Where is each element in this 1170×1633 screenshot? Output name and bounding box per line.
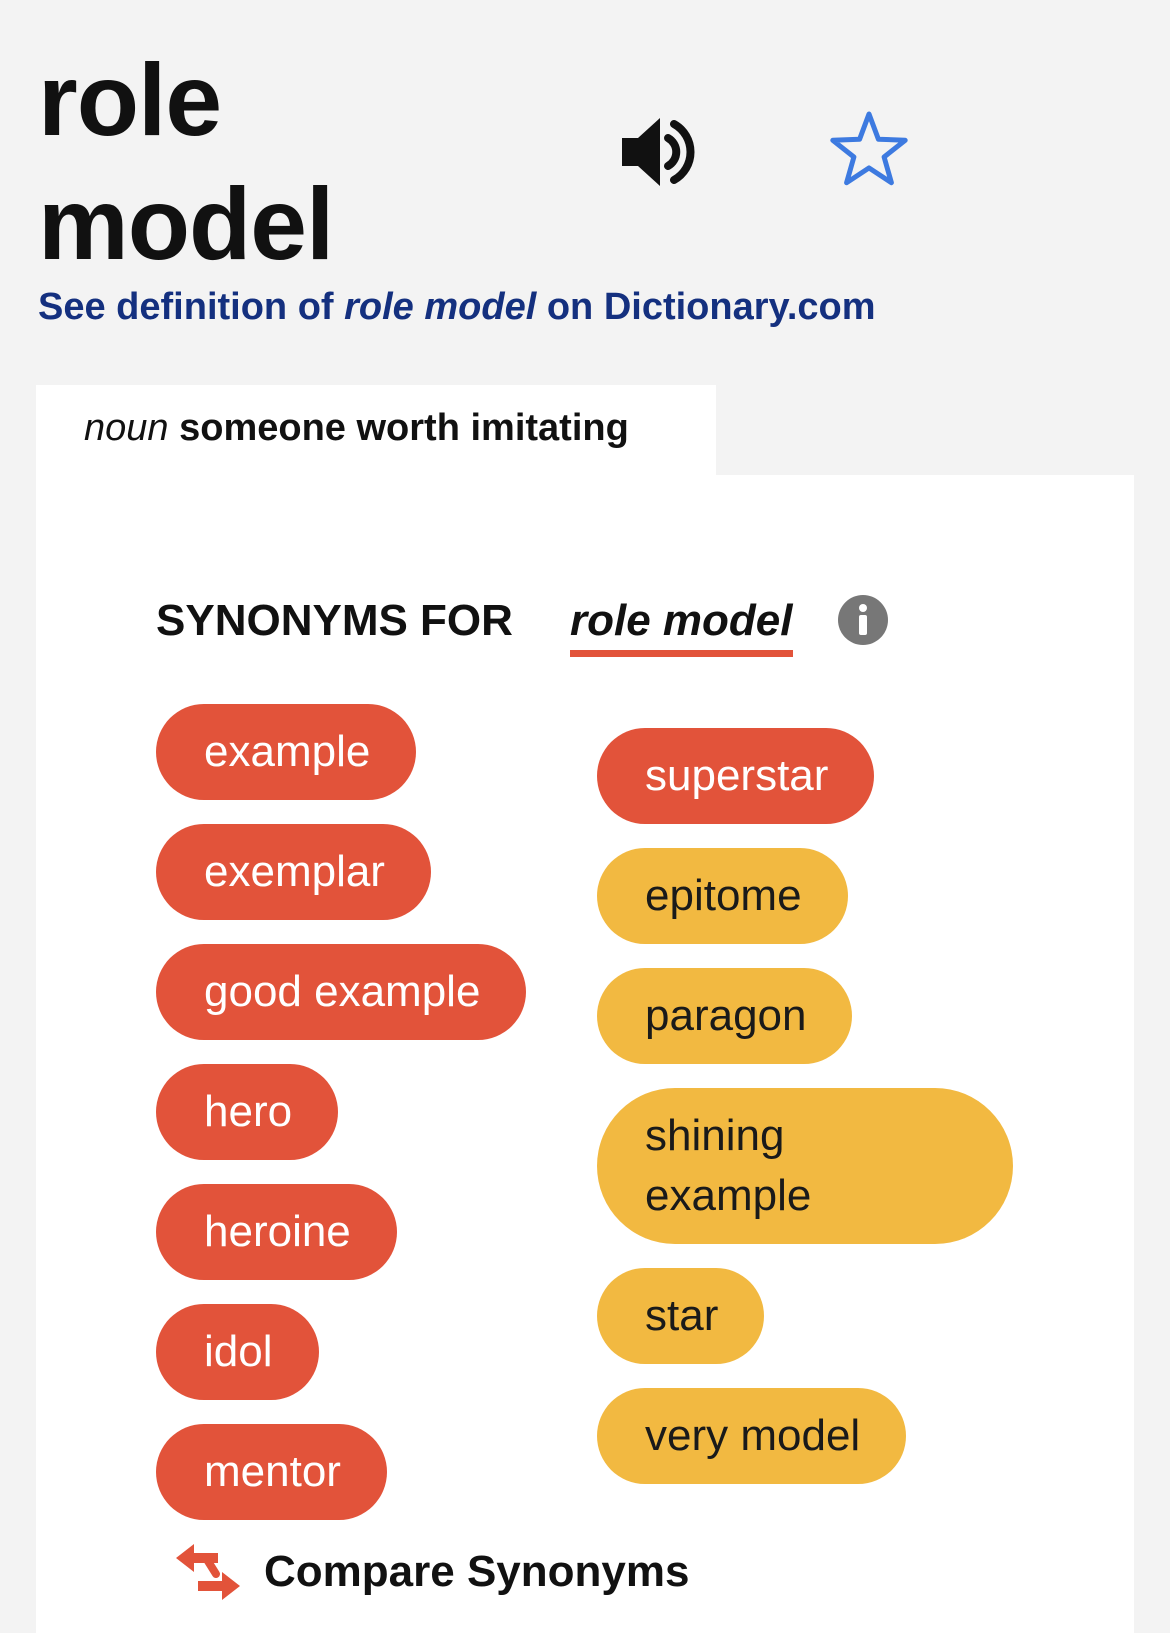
speaker-icon[interactable] [618, 112, 698, 192]
synonym-chip-mentor[interactable]: mentor [156, 1424, 387, 1520]
synonym-label: superstar [645, 751, 829, 800]
synonyms-heading: SYNONYMS FOR [156, 596, 513, 645]
synonym-label: very model [645, 1411, 861, 1460]
synonym-chip-very-model[interactable]: very model [597, 1388, 907, 1484]
synonym-label: example [204, 727, 371, 776]
synonym-chip-example[interactable]: example [156, 704, 417, 800]
synonym-label: paragon [645, 991, 807, 1040]
synonym-chip-star[interactable]: star [597, 1268, 765, 1364]
synonym-label: shining example [645, 1111, 812, 1220]
synonym-label: exemplar [204, 847, 385, 896]
see-definition-prefix: See definition of [38, 286, 345, 328]
synonym-chip-hero[interactable]: hero [156, 1064, 339, 1160]
synonym-label: idol [204, 1327, 273, 1376]
sense-tab[interactable]: noun someone worth imitating [36, 385, 716, 475]
synonyms-headword: role model [570, 596, 793, 657]
synonym-label: mentor [204, 1447, 341, 1496]
synonym-chip-idol[interactable]: idol [156, 1304, 319, 1400]
star-outline-icon[interactable] [826, 108, 912, 194]
compare-synonyms-label: Compare Synonyms [264, 1547, 690, 1596]
see-definition-term: role model [344, 286, 537, 328]
synonym-chip-paragon[interactable]: paragon [597, 968, 853, 1064]
synonym-label: heroine [204, 1207, 351, 1256]
synonym-label: star [645, 1291, 719, 1340]
sense-tab-text: noun someone worth imitating [84, 407, 629, 450]
synonym-label: good example [204, 967, 481, 1016]
compare-synonyms-button[interactable]: Compare Synonyms [172, 1540, 689, 1604]
sense-definition: someone worth imitating [168, 407, 629, 449]
synonym-chip-heroine[interactable]: heroine [156, 1184, 397, 1280]
synonym-chip-shining-example[interactable]: shining example [597, 1088, 1013, 1244]
synonym-chip-epitome[interactable]: epitome [597, 848, 848, 944]
see-definition-link[interactable]: See definition of role model on Dictiona… [38, 286, 876, 329]
headword: role model [38, 38, 538, 286]
compare-arrows-icon [176, 1544, 240, 1600]
headword-line-2: model [38, 167, 334, 281]
synonym-chip-superstar[interactable]: superstar [597, 728, 875, 824]
info-icon[interactable] [838, 595, 888, 645]
synonym-label: hero [204, 1087, 293, 1136]
part-of-speech: noun [84, 407, 169, 449]
synonym-chip-exemplar[interactable]: exemplar [156, 824, 431, 920]
headword-line-1: role [38, 43, 222, 157]
synonym-label: epitome [645, 871, 802, 920]
synonym-chip-good-example[interactable]: good example [156, 944, 527, 1040]
see-definition-suffix: on Dictionary.com [536, 286, 876, 328]
